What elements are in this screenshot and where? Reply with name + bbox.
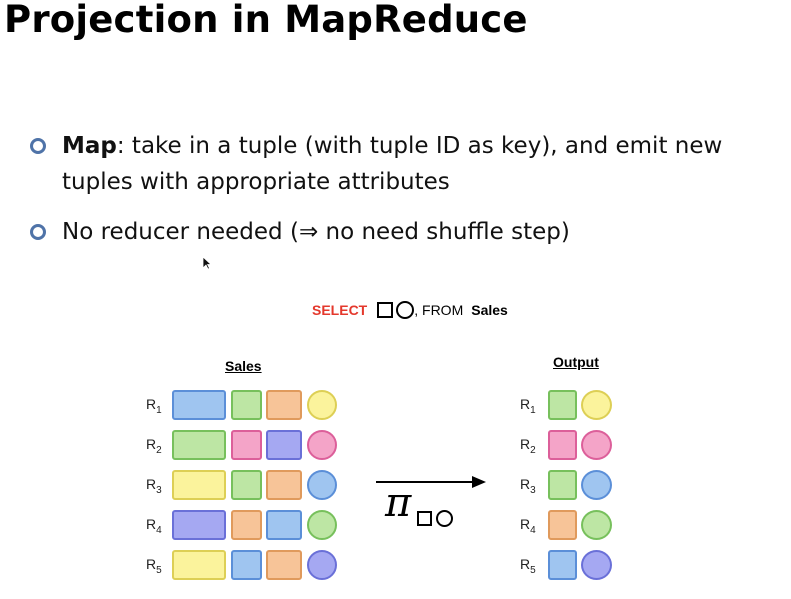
projection-subscript bbox=[417, 510, 453, 527]
square-cell bbox=[231, 550, 262, 580]
square-cell bbox=[548, 390, 577, 420]
square-cell bbox=[266, 550, 302, 580]
select-statement: SELECT , FROM Sales bbox=[312, 298, 508, 322]
bullet-circle-icon bbox=[30, 138, 46, 154]
circle-cell bbox=[581, 390, 612, 420]
row-label: R2 bbox=[146, 436, 162, 456]
circle-attribute-icon bbox=[396, 301, 415, 319]
square-cell bbox=[548, 470, 577, 500]
circle-cell bbox=[581, 550, 612, 580]
square-attribute-icon bbox=[377, 302, 394, 318]
circle-cell bbox=[307, 430, 337, 460]
select-keyword: SELECT bbox=[312, 302, 368, 318]
square-cell bbox=[266, 470, 302, 500]
bullet-circle-icon bbox=[30, 224, 46, 240]
square-cell bbox=[172, 430, 226, 460]
row-label: R1 bbox=[146, 396, 162, 416]
square-cell bbox=[548, 430, 577, 460]
row-label: R5 bbox=[146, 556, 162, 576]
bullet-no-reducer: No reducer needed (⇒ no need shuffle ste… bbox=[30, 214, 790, 250]
circle-cell bbox=[307, 550, 337, 580]
square-cell bbox=[172, 470, 226, 500]
bullet-keyword: Map bbox=[62, 133, 117, 159]
row-label: R3 bbox=[520, 476, 536, 496]
circle-cell bbox=[581, 470, 612, 500]
square-cell bbox=[266, 430, 302, 460]
square-cell bbox=[231, 510, 262, 540]
bullet-map: Map: take in a tuple (with tuple ID as k… bbox=[30, 128, 790, 200]
circle-cell bbox=[581, 510, 612, 540]
square-cell bbox=[172, 510, 226, 540]
bullet-text: No reducer needed (⇒ no need shuffle ste… bbox=[62, 219, 570, 245]
select-rest: , FROM bbox=[414, 302, 464, 318]
sales-table-title: Sales bbox=[225, 358, 262, 374]
slide-title: Projection in MapReduce bbox=[4, 0, 528, 41]
square-attribute-icon bbox=[417, 511, 432, 526]
circle-cell bbox=[307, 390, 337, 420]
square-cell bbox=[231, 390, 262, 420]
row-label: R5 bbox=[520, 556, 536, 576]
output-table-title: Output bbox=[553, 354, 599, 370]
square-cell bbox=[172, 390, 226, 420]
circle-cell bbox=[307, 510, 337, 540]
row-label: R4 bbox=[520, 516, 536, 536]
circle-cell bbox=[581, 430, 612, 460]
row-label: R1 bbox=[520, 396, 536, 416]
square-cell bbox=[231, 430, 262, 460]
square-cell bbox=[231, 470, 262, 500]
mouse-cursor-icon bbox=[202, 256, 212, 270]
projection-operator: π bbox=[385, 480, 412, 526]
square-cell bbox=[172, 550, 226, 580]
row-label: R2 bbox=[520, 436, 536, 456]
square-cell bbox=[266, 510, 302, 540]
square-cell bbox=[548, 510, 577, 540]
circle-attribute-icon bbox=[436, 510, 453, 527]
bullet-text: : take in a tuple (with tuple ID as key)… bbox=[62, 133, 723, 195]
select-table: Sales bbox=[471, 302, 508, 318]
bullet-list: Map: take in a tuple (with tuple ID as k… bbox=[30, 128, 790, 250]
row-label: R4 bbox=[146, 516, 162, 536]
circle-cell bbox=[307, 470, 337, 500]
row-label: R3 bbox=[146, 476, 162, 496]
square-cell bbox=[548, 550, 577, 580]
square-cell bbox=[266, 390, 302, 420]
